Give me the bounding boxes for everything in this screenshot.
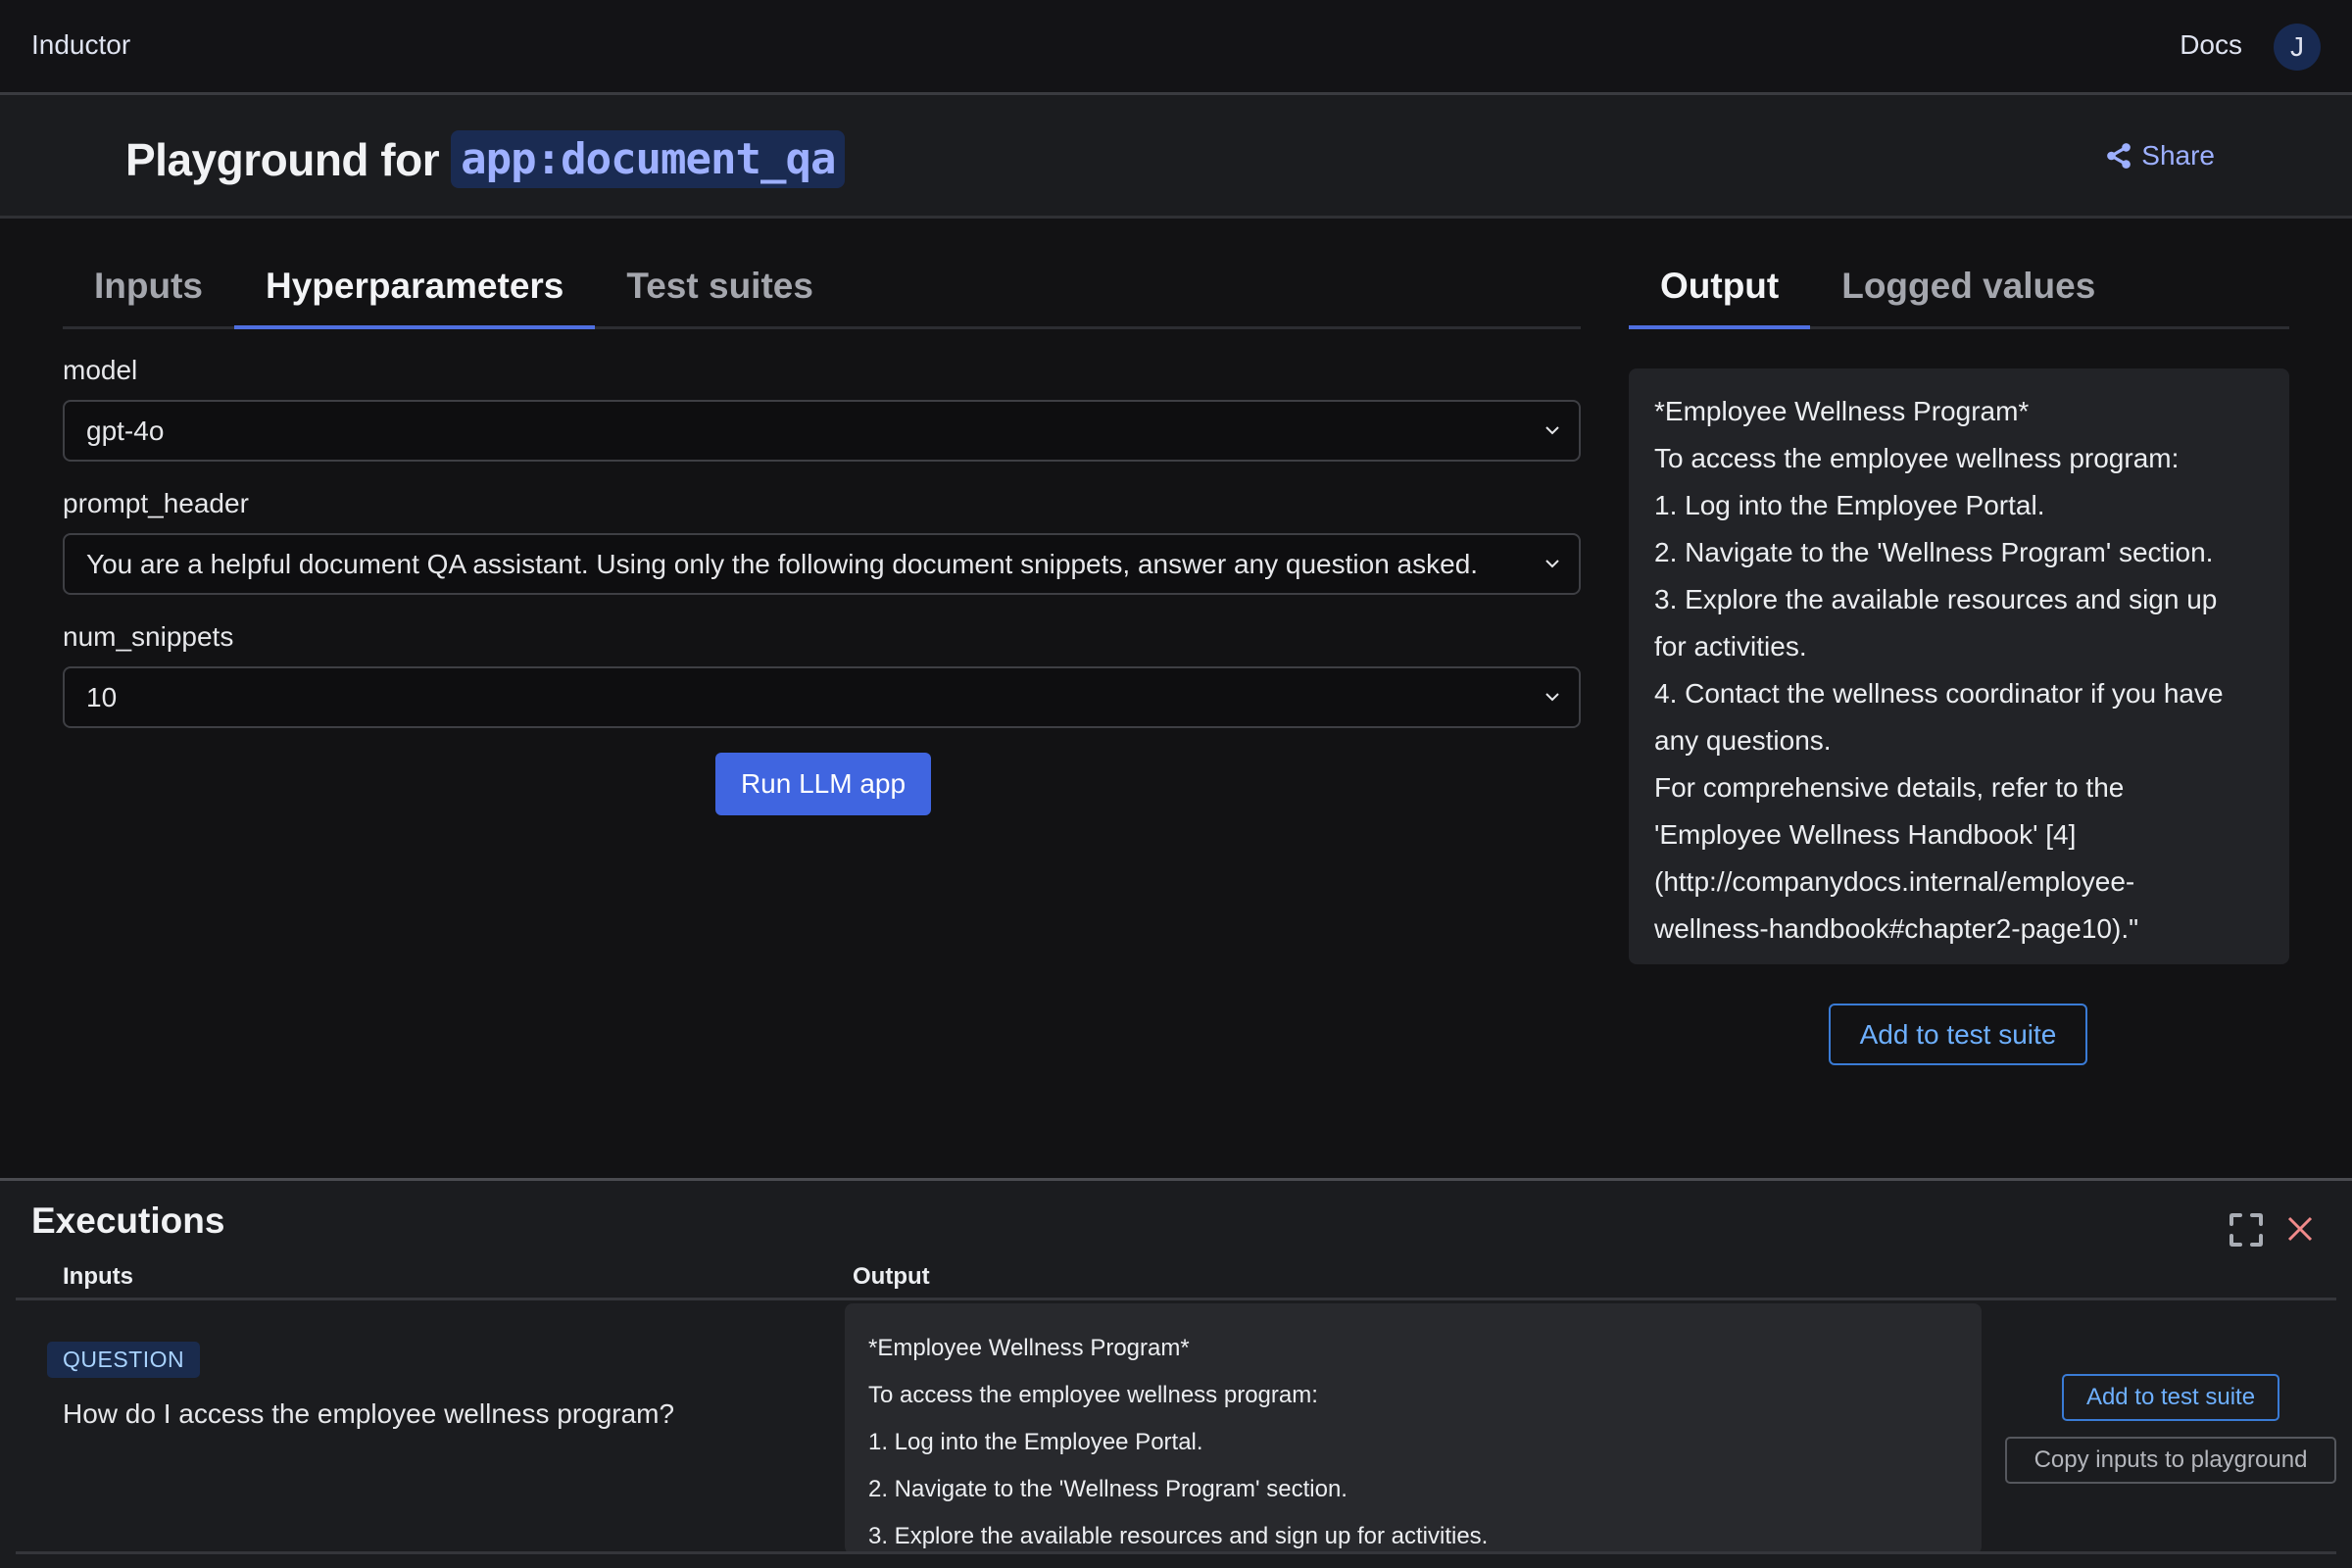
- output-line: wellness-handbook#chapter2-page10).": [1654, 913, 2139, 944]
- row-divider: [16, 1551, 2336, 1554]
- output-line: To access the employee wellness program:: [1654, 443, 2180, 473]
- close-icon[interactable]: [2287, 1216, 2313, 1242]
- share-label: Share: [2141, 140, 2215, 171]
- column-output: Output: [853, 1263, 930, 1290]
- top-bar: Inductor Docs J: [0, 0, 2352, 95]
- add-to-test-suite-button[interactable]: Add to test suite: [1829, 1004, 2087, 1065]
- tab-logged-values[interactable]: Logged values: [1810, 266, 2127, 329]
- right-tabs: Output Logged values: [1629, 263, 2289, 329]
- output-line: 'Employee Wellness Handbook' [4]: [1654, 819, 2077, 850]
- output-line: 1. Log into the Employee Portal.: [868, 1429, 1203, 1455]
- row-add-to-test-suite-button[interactable]: Add to test suite: [2062, 1374, 2279, 1421]
- prompt-header-label: prompt_header: [63, 488, 249, 518]
- tab-hyperparameters[interactable]: Hyperparameters: [233, 266, 596, 329]
- chevron-down-icon: [1545, 693, 1559, 702]
- share-icon: [2107, 143, 2132, 169]
- output-line: any questions.: [1654, 725, 1832, 756]
- output-line: 2. Navigate to the 'Wellness Program' se…: [868, 1476, 1348, 1502]
- executions-table-header: Inputs Output: [16, 1259, 2336, 1300]
- prompt-header-select[interactable]: You are a helpful document QA assistant.…: [63, 533, 1581, 595]
- output-line: (http://companydocs.internal/employee-: [1654, 866, 2135, 897]
- tab-test-suites[interactable]: Test suites: [595, 266, 845, 329]
- brand-logo[interactable]: Inductor: [31, 29, 130, 61]
- model-value: gpt-4o: [86, 416, 165, 446]
- num-snippets-label: num_snippets: [63, 621, 234, 652]
- output-line: for activities.: [1654, 631, 1807, 662]
- tab-output[interactable]: Output: [1629, 266, 1811, 329]
- output-line: 2. Navigate to the 'Wellness Program' se…: [1654, 537, 2214, 567]
- prompt-header-value: You are a helpful document QA assistant.…: [86, 549, 1479, 579]
- user-avatar[interactable]: J: [2274, 24, 2321, 71]
- output-line: For comprehensive details, refer to the: [1654, 772, 2125, 803]
- output-line: *Employee Wellness Program*: [1654, 396, 2030, 426]
- model-label: model: [63, 355, 138, 385]
- page-title: Playground for app:document_qa: [125, 130, 846, 188]
- output-line: *Employee Wellness Program*: [868, 1335, 1190, 1361]
- output-panel: *Employee Wellness Program* To access th…: [1629, 368, 2289, 964]
- docs-link[interactable]: Docs: [2180, 29, 2242, 61]
- output-line: To access the employee wellness program:: [868, 1382, 1318, 1408]
- chevron-down-icon: [1545, 426, 1559, 435]
- page-title-prefix: Playground for: [125, 133, 440, 185]
- app-name-code: app:document_qa: [451, 130, 846, 188]
- output-line: 3. Explore the available resources and s…: [868, 1523, 1489, 1549]
- output-line: 3. Explore the available resources and s…: [1654, 584, 2218, 614]
- executions-title: Executions: [31, 1200, 225, 1241]
- num-snippets-select[interactable]: 10: [63, 666, 1581, 728]
- output-line: 4. Contact the wellness coordinator if y…: [1654, 678, 2224, 709]
- num-snippets-value: 10: [86, 682, 118, 712]
- execution-output: *Employee Wellness Program* To access th…: [845, 1303, 1982, 1554]
- input-value: How do I access the employee wellness pr…: [63, 1398, 675, 1429]
- share-button[interactable]: Share: [2106, 140, 2215, 172]
- model-select[interactable]: gpt-4o: [63, 400, 1581, 462]
- page-header: Playground for app:document_qa Share: [0, 95, 2352, 219]
- executions-panel: Executions Inputs Output QUESTION How do…: [0, 1178, 2352, 1568]
- tab-inputs[interactable]: Inputs: [63, 266, 234, 329]
- expand-icon[interactable]: [2229, 1212, 2264, 1248]
- column-inputs: Inputs: [63, 1263, 133, 1290]
- copy-inputs-to-playground-button[interactable]: Copy inputs to playground: [2005, 1437, 2336, 1484]
- chevron-down-icon: [1545, 560, 1559, 568]
- run-llm-app-button[interactable]: Run LLM app: [715, 753, 931, 815]
- output-line: 1. Log into the Employee Portal.: [1654, 490, 2045, 520]
- left-tabs: Inputs Hyperparameters Test suites: [63, 263, 1581, 329]
- input-name-badge: QUESTION: [47, 1342, 201, 1378]
